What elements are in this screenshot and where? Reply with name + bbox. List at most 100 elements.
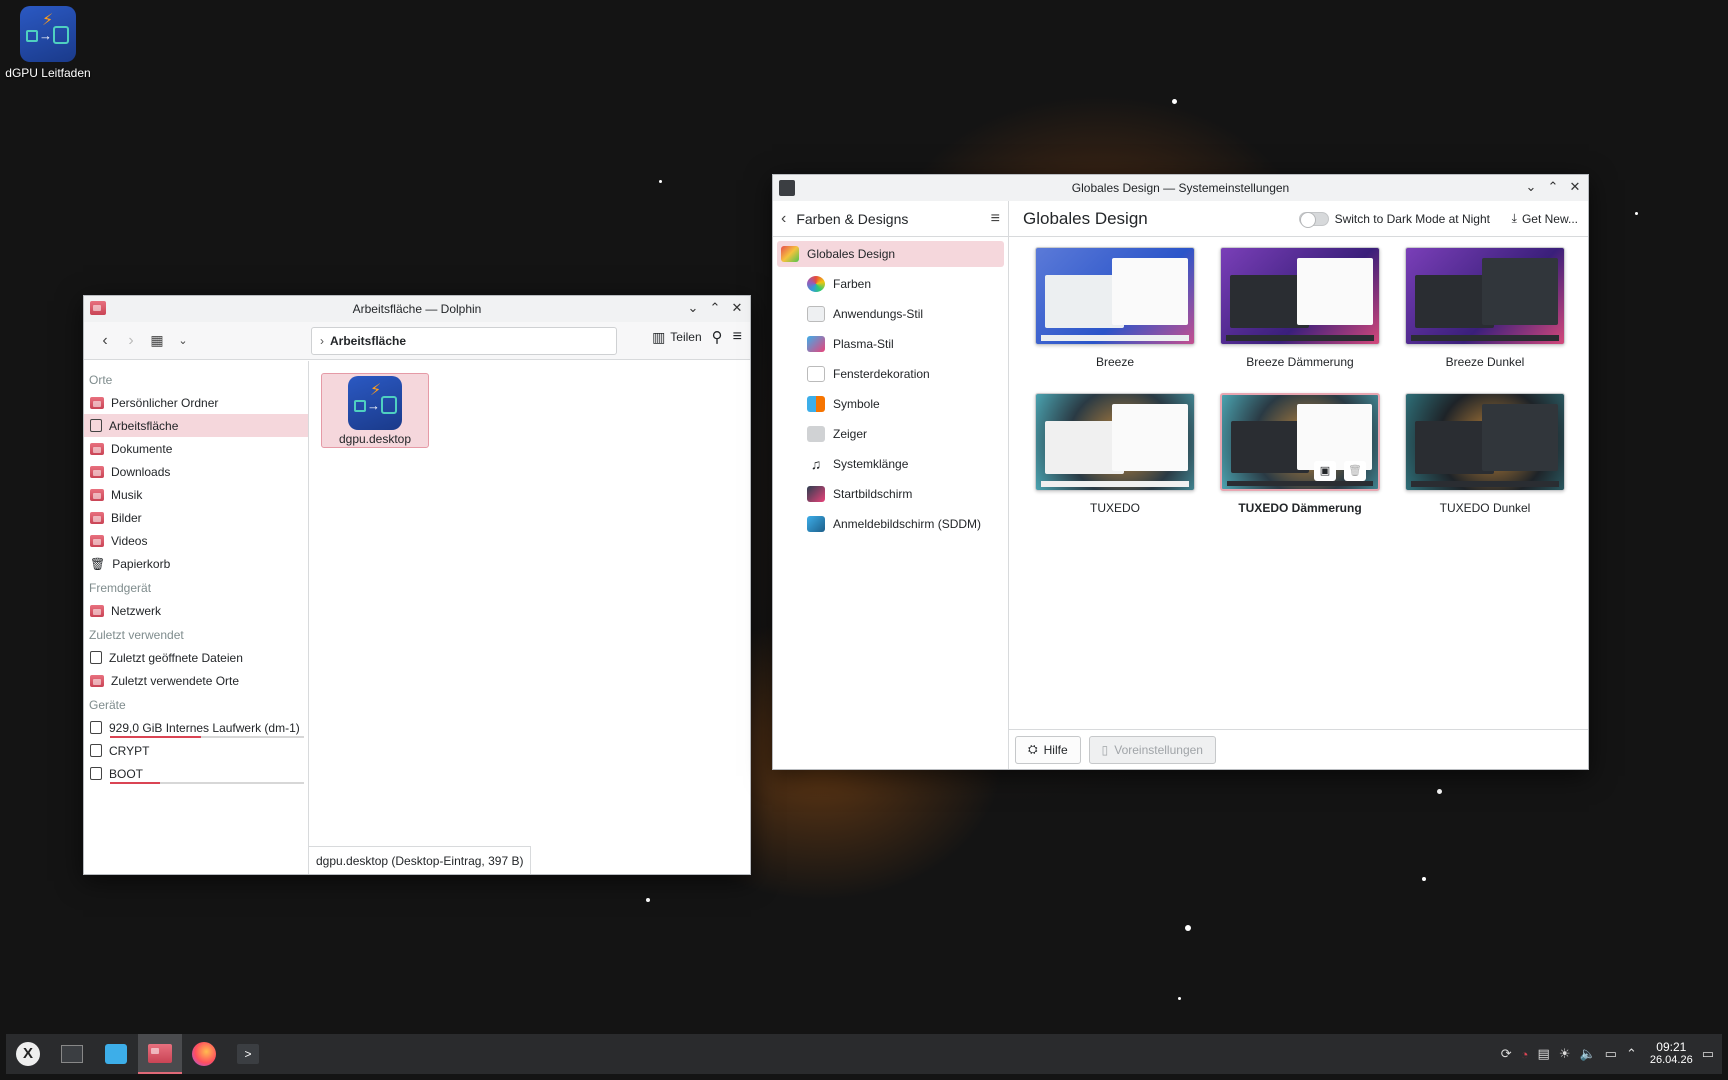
device-internal-drive[interactable]: 929,0 GiB Internes Laufwerk (dm-1) bbox=[84, 716, 308, 739]
theme-card-breeze-dark[interactable]: Breeze Dunkel bbox=[1405, 247, 1565, 369]
places-item-recent-files[interactable]: Zuletzt geöffnete Dateien bbox=[84, 646, 308, 669]
downloads-folder-icon bbox=[90, 465, 104, 478]
category-colors[interactable]: Farben bbox=[777, 271, 1004, 297]
image-icon[interactable]: ▣ bbox=[1314, 461, 1336, 481]
dolphin-titlebar[interactable]: Arbeitsfläche — Dolphin ⌄ ⌃ ✕ bbox=[84, 296, 750, 322]
task-terminal[interactable]: > bbox=[226, 1034, 270, 1074]
star bbox=[1422, 877, 1426, 881]
theme-name: TUXEDO bbox=[1089, 501, 1140, 515]
theme-card-breeze[interactable]: Breeze bbox=[1035, 247, 1195, 369]
chevron-down-icon[interactable]: ⌄ bbox=[170, 328, 196, 354]
category-plasma-style[interactable]: Plasma-Stil bbox=[777, 331, 1004, 357]
task-discover[interactable] bbox=[94, 1034, 138, 1074]
drive-icon bbox=[90, 767, 102, 780]
theme-card-tuxedo-dark[interactable]: TUXEDO Dunkel bbox=[1405, 393, 1565, 515]
remote-section-header: Fremdgerät bbox=[89, 581, 152, 595]
places-item-desktop[interactable]: Arbeitsfläche bbox=[84, 414, 308, 437]
drive-usage-bar bbox=[110, 782, 304, 784]
close-button[interactable]: ✕ bbox=[1568, 179, 1582, 195]
settings-window[interactable]: Globales Design — Systemeinstellungen ⌄ … bbox=[772, 174, 1589, 770]
brightness-icon[interactable]: ☀ bbox=[1559, 1046, 1571, 1062]
desktop-file-icon: ⚡ → bbox=[348, 376, 402, 430]
star bbox=[646, 898, 650, 902]
category-splash-screen[interactable]: Startbildschirm bbox=[777, 481, 1004, 507]
theme-name: Breeze bbox=[1095, 355, 1135, 369]
search-icon[interactable]: ⚲ bbox=[712, 328, 723, 346]
network-icon[interactable]: ▭ bbox=[1605, 1046, 1617, 1062]
task-settings[interactable] bbox=[50, 1034, 94, 1074]
theme-thumbnail bbox=[1035, 247, 1195, 345]
chevron-up-icon[interactable]: ⌃ bbox=[1626, 1046, 1637, 1062]
back-button[interactable]: ‹ bbox=[92, 328, 118, 354]
share-button[interactable]: ▥ Teilen bbox=[652, 329, 702, 346]
category-icons[interactable]: Symbole bbox=[777, 391, 1004, 417]
places-item-videos[interactable]: Videos bbox=[84, 529, 308, 552]
menu-icon[interactable]: ≡ bbox=[733, 328, 742, 346]
places-item-home[interactable]: Persönlicher Ordner bbox=[84, 391, 308, 414]
defaults-button[interactable]: ▯ Voreinstellungen bbox=[1088, 735, 1216, 764]
global-design-icon bbox=[781, 246, 799, 262]
volume-icon[interactable]: 🔈 bbox=[1579, 1046, 1595, 1062]
app-launcher-button[interactable]: X bbox=[6, 1034, 50, 1074]
minimize-button[interactable]: ⌄ bbox=[1524, 179, 1538, 195]
places-item-downloads[interactable]: Downloads bbox=[84, 460, 308, 483]
tuxedo-control-icon[interactable]: ◔ bbox=[1521, 1047, 1529, 1062]
music-folder-icon bbox=[90, 488, 104, 501]
task-dolphin[interactable] bbox=[138, 1034, 182, 1074]
theme-card-tuxedo-twilight[interactable]: ▣ 🗑 TUXEDO Dämmerung bbox=[1220, 393, 1380, 515]
toggle-switch[interactable] bbox=[1298, 211, 1329, 228]
hamburger-menu-icon[interactable]: ≡ bbox=[991, 210, 1000, 228]
places-item-trash[interactable]: 🗑 Papierkorb bbox=[84, 552, 308, 575]
file-item-dgpu[interactable]: ⚡ → dgpu.desktop bbox=[321, 373, 429, 448]
minimize-button[interactable]: ⌄ bbox=[686, 300, 700, 316]
places-item-network[interactable]: Netzwerk bbox=[84, 599, 308, 622]
breadcrumb[interactable]: › Arbeitsfläche bbox=[311, 327, 617, 355]
file-view[interactable]: ⚡ → dgpu.desktop bbox=[309, 361, 750, 874]
places-item-documents[interactable]: Dokumente bbox=[84, 437, 308, 460]
places-item-music[interactable]: Musik bbox=[84, 483, 308, 506]
maximize-button[interactable]: ⌃ bbox=[1546, 179, 1560, 195]
desktop-icon-dgpu[interactable]: ⚡ → dGPU Leitfaden bbox=[4, 6, 92, 80]
settings-titlebar[interactable]: Globales Design — Systemeinstellungen ⌄ … bbox=[773, 175, 1588, 201]
device-boot[interactable]: BOOT bbox=[84, 762, 308, 785]
maximize-button[interactable]: ⌃ bbox=[708, 300, 722, 316]
help-button[interactable]: ⛭ Hilfe bbox=[1015, 735, 1081, 764]
network-folder-icon bbox=[90, 604, 104, 617]
theme-name: TUXEDO Dämmerung bbox=[1238, 501, 1362, 515]
category-global-design[interactable]: Globales Design bbox=[777, 241, 1004, 267]
task-firefox[interactable] bbox=[182, 1034, 226, 1074]
theme-card-breeze-twilight[interactable]: Breeze Dämmerung bbox=[1220, 247, 1380, 369]
pictures-folder-icon bbox=[90, 511, 104, 524]
firefox-icon bbox=[192, 1042, 216, 1066]
theme-card-tuxedo[interactable]: TUXEDO bbox=[1035, 393, 1195, 515]
category-app-style[interactable]: Anwendungs-Stil bbox=[777, 301, 1004, 327]
clipboard-icon[interactable]: ▤ bbox=[1538, 1046, 1550, 1062]
places-section-header: Orte bbox=[89, 373, 113, 387]
category-window-decoration[interactable]: Fensterdekoration bbox=[777, 361, 1004, 387]
show-desktop-icon[interactable]: ▭ bbox=[1702, 1046, 1714, 1062]
places-item-recent-locations[interactable]: Zuletzt verwendete Orte bbox=[84, 669, 308, 692]
trash-icon[interactable]: 🗑 bbox=[1344, 461, 1366, 481]
document-icon: ▯ bbox=[1101, 742, 1109, 757]
taskbar: X > ⟳ ◔ ▤ ☀ 🔈 ▭ ⌃ 09:21 26.04.26 ▭ bbox=[6, 1034, 1722, 1074]
view-mode-icon[interactable]: ▦ bbox=[144, 328, 170, 354]
device-crypt[interactable]: CRYPT bbox=[84, 739, 308, 762]
icons-icon bbox=[807, 396, 825, 412]
forward-button[interactable]: › bbox=[118, 328, 144, 354]
dolphin-window[interactable]: Arbeitsfläche — Dolphin ⌄ ⌃ ✕ ‹ › ▦ ⌄ › … bbox=[83, 295, 751, 875]
get-new-button[interactable]: ⤓ Get New... bbox=[1512, 211, 1578, 226]
theme-name: TUXEDO Dunkel bbox=[1439, 501, 1531, 515]
devices-section-header: Geräte bbox=[89, 698, 126, 712]
category-system-sounds[interactable]: ♫ Systemklänge bbox=[777, 451, 1004, 477]
places-item-pictures[interactable]: Bilder bbox=[84, 506, 308, 529]
clock[interactable]: 09:21 26.04.26 bbox=[1650, 1041, 1693, 1067]
close-button[interactable]: ✕ bbox=[730, 300, 744, 316]
category-login-screen[interactable]: Anmeldebildschirm (SDDM) bbox=[777, 511, 1004, 537]
category-cursors[interactable]: Zeiger bbox=[777, 421, 1004, 447]
update-icon[interactable]: ⟳ bbox=[1501, 1046, 1512, 1062]
breadcrumb-current[interactable]: Arbeitsfläche bbox=[330, 334, 406, 348]
star bbox=[1635, 212, 1638, 215]
page-title: Globales Design bbox=[1023, 208, 1148, 228]
dark-mode-toggle[interactable]: Switch to Dark Mode at Night bbox=[1298, 211, 1490, 228]
back-icon[interactable]: ‹ bbox=[781, 210, 786, 228]
